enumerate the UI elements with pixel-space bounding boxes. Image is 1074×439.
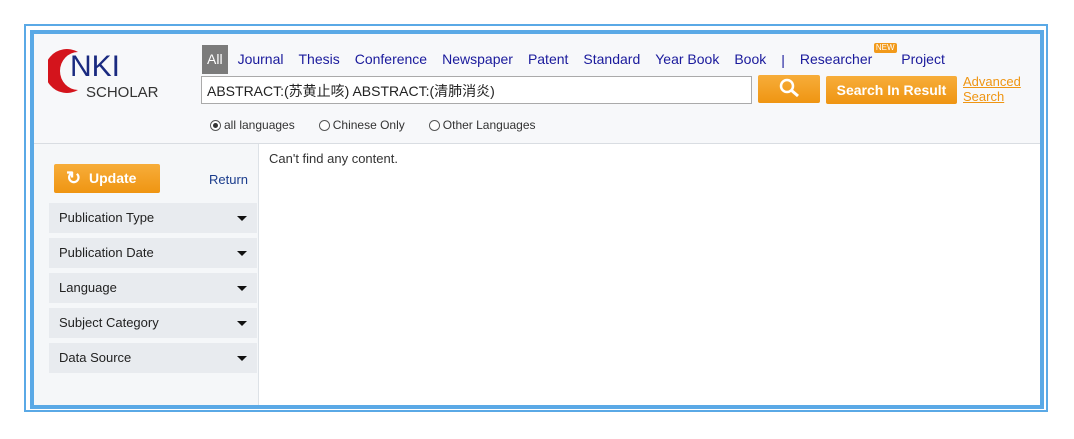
update-label: Update — [89, 170, 137, 186]
search-in-result-button[interactable]: Search In Result — [826, 76, 957, 104]
advanced-label: Advanced — [963, 74, 1021, 89]
search-button[interactable] — [758, 75, 820, 103]
chevron-down-icon — [237, 216, 247, 221]
filter-label: Language — [59, 280, 117, 295]
language-options: all languages Chinese Only Other Languag… — [210, 118, 536, 132]
search-icon — [779, 78, 799, 98]
tab-standard[interactable]: Standard — [583, 45, 640, 74]
filter-label: Publication Date — [59, 245, 154, 260]
search-label: Search — [963, 89, 1005, 104]
advanced-search-link[interactable]: Advanced Search — [963, 74, 1021, 104]
empty-results-message: Can't find any content. — [269, 151, 398, 166]
chevron-down-icon — [237, 321, 247, 326]
logo-brand: NKI — [70, 50, 121, 83]
tab-newspaper[interactable]: Newspaper — [442, 45, 513, 74]
filter-label: Data Source — [59, 350, 132, 365]
tab-conference[interactable]: Conference — [355, 45, 427, 74]
tab-patent[interactable]: Patent — [528, 45, 568, 74]
chevron-down-icon — [237, 356, 247, 361]
filter-publication-date[interactable]: Publication Date — [49, 238, 257, 268]
radio-checked-icon — [210, 119, 221, 131]
nav-separator: | — [781, 51, 785, 68]
radio-icon — [428, 119, 440, 131]
radio-all-languages[interactable]: all languages — [210, 118, 295, 132]
chevron-down-icon — [237, 286, 247, 291]
tab-journal[interactable]: Journal — [238, 45, 284, 74]
radio-label: Chinese Only — [332, 118, 405, 132]
tab-researcher[interactable]: Researcher NEW — [799, 43, 897, 74]
cnki-window: NKI SCHOLAR All Journal Thesis Conferenc… — [30, 30, 1044, 409]
tab-year-book[interactable]: Year Book — [655, 45, 719, 74]
filter-publication-type[interactable]: Publication Type — [49, 203, 257, 233]
search-input[interactable]: ABSTRACT:(苏黄止咳) ABSTRACT:(清肺消炎) — [201, 76, 752, 104]
radio-chinese-only[interactable]: Chinese Only — [318, 118, 405, 132]
tab-all[interactable]: All — [202, 45, 228, 74]
tab-thesis[interactable]: Thesis — [298, 45, 339, 74]
researcher-label: Researcher — [799, 51, 873, 67]
sidebar: ↻ Update Return Publication Type Publicat… — [34, 144, 259, 405]
logo-sub: SCHOLAR — [86, 84, 159, 101]
radio-other-languages[interactable]: Other Languages — [428, 118, 536, 132]
filter-subject-category[interactable]: Subject Category — [49, 308, 257, 338]
filter-language[interactable]: Language — [49, 273, 257, 303]
tab-project[interactable]: Project — [901, 45, 945, 74]
radio-label: all languages — [224, 118, 295, 132]
refresh-icon: ↻ — [66, 168, 82, 188]
chevron-down-icon — [237, 251, 247, 256]
nav-tabs: All Journal Thesis Conference Newspaper … — [202, 43, 960, 74]
update-button[interactable]: ↻ Update — [54, 164, 160, 193]
radio-label: Other Languages — [442, 118, 536, 132]
filter-label: Subject Category — [59, 315, 159, 330]
radio-icon — [318, 119, 330, 131]
cnki-scholar-logo[interactable]: NKI SCHOLAR — [48, 46, 178, 106]
header: NKI SCHOLAR All Journal Thesis Conferenc… — [34, 34, 1040, 144]
filter-label: Publication Type — [59, 210, 155, 225]
new-badge: NEW — [873, 43, 897, 53]
return-link[interactable]: Return — [209, 172, 248, 187]
tab-book[interactable]: Book — [734, 45, 766, 74]
filter-data-source[interactable]: Data Source — [49, 343, 257, 373]
